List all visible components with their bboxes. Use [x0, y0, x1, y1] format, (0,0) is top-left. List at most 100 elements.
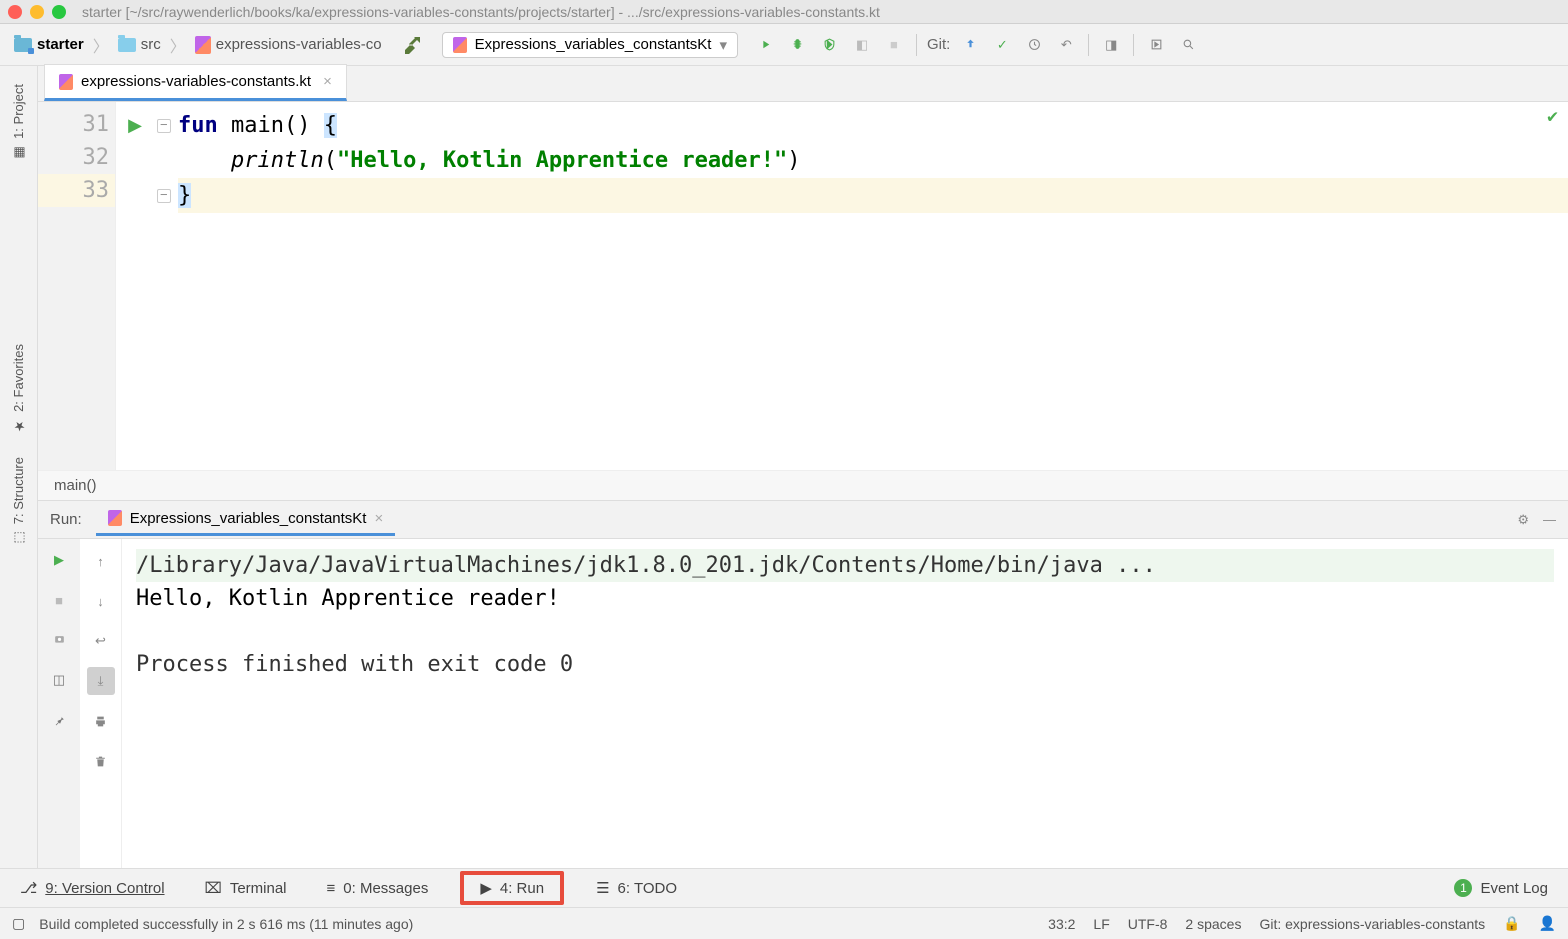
ide-settings-button[interactable]: ◨ [1098, 32, 1124, 58]
navigation-breadcrumb: starter 〉 src 〉 expressions-variables-co [10, 33, 386, 57]
file-encoding[interactable]: UTF-8 [1128, 916, 1168, 932]
bottom-tab-terminal[interactable]: ⌧ Terminal [197, 874, 295, 902]
editor-tab-label: expressions-variables-constants.kt [81, 73, 311, 90]
line-number: 33 [38, 174, 115, 207]
lock-icon[interactable]: 🔒 [1503, 915, 1520, 932]
bottom-tab-messages[interactable]: ≡ 0: Messages [319, 875, 437, 902]
main-toolbar: starter 〉 src 〉 expressions-variables-co… [0, 24, 1568, 66]
structure-breadcrumb[interactable]: main() [38, 470, 1568, 500]
breadcrumb-project-label: starter [37, 36, 84, 53]
inspector-icon[interactable]: 👤 [1539, 915, 1556, 932]
todo-icon: ☰ [596, 879, 609, 897]
clear-button[interactable] [87, 747, 115, 775]
editor-tabs: expressions-variables-constants.kt × [38, 66, 1568, 102]
git-update-button[interactable] [957, 32, 983, 58]
run-label: Run: [50, 511, 82, 528]
sidebar-tab-structure[interactable]: ⬚ 7: Structure [6, 445, 31, 557]
layout-button[interactable]: ◫ [46, 667, 72, 693]
minimize-run-icon[interactable]: — [1543, 512, 1556, 528]
sidebar-structure-label: 7: Structure [11, 457, 26, 524]
sidebar-favorites-label: 2: Favorites [11, 344, 26, 412]
run-button[interactable] [753, 32, 779, 58]
window-list-icon[interactable]: ▢ [12, 915, 25, 932]
bottom-tab-run[interactable]: ▶ 4: Run [460, 871, 564, 905]
window-minimize-button[interactable] [30, 5, 44, 19]
terminal-icon: ⌧ [205, 879, 222, 897]
run-settings-icon[interactable]: ⚙ [1517, 512, 1529, 528]
fold-end-icon[interactable] [157, 189, 171, 203]
build-button[interactable] [401, 32, 427, 58]
paren: ) [787, 148, 800, 173]
left-tool-stripe: ▦ 1: Project ★ 2: Favorites ⬚ 7: Structu… [0, 66, 38, 868]
kotlin-icon [453, 37, 467, 53]
indent [178, 148, 231, 173]
indent-settings[interactable]: 2 spaces [1185, 916, 1241, 932]
run-gutter-icon[interactable]: ▶ [128, 115, 142, 136]
fold-start-icon[interactable] [157, 119, 171, 133]
inspection-ok-icon: ✔ [1547, 106, 1558, 127]
console-output[interactable]: /Library/Java/JavaVirtualMachines/jdk1.8… [122, 539, 1568, 868]
pin-button[interactable] [46, 707, 72, 733]
scroll-to-end-button[interactable]: ⤓ [87, 667, 115, 695]
run-tab-active[interactable]: Expressions_variables_constantsKt × [96, 504, 396, 536]
sidebar-tab-project[interactable]: ▦ 1: Project [6, 72, 31, 172]
close-tab-icon[interactable]: × [323, 73, 332, 90]
editor-tab-active[interactable]: expressions-variables-constants.kt × [44, 64, 347, 101]
breadcrumb-file[interactable]: expressions-variables-co [191, 34, 386, 56]
bottom-tab-event-log[interactable]: 1 Event Log [1446, 874, 1556, 902]
debug-button[interactable] [785, 32, 811, 58]
titlebar: starter [~/src/raywenderlich/books/ka/ex… [0, 0, 1568, 24]
coverage-button[interactable] [817, 32, 843, 58]
status-bar: ▢ Build completed successfully in 2 s 61… [0, 907, 1568, 939]
git-commit-button[interactable]: ✓ [989, 32, 1015, 58]
print-button[interactable] [87, 707, 115, 735]
stop-process-button[interactable]: ■ [46, 587, 72, 613]
sidebar-project-label: 1: Project [11, 84, 26, 139]
window-close-button[interactable] [8, 5, 22, 19]
branch-icon: ⎇ [20, 879, 37, 897]
close-brace: } [178, 183, 191, 208]
project-icon: ▦ [11, 145, 26, 160]
dropdown-arrow-icon: ▾ [719, 36, 727, 54]
kotlin-file-icon [195, 36, 211, 54]
caret-position[interactable]: 33:2 [1048, 916, 1075, 932]
git-history-button[interactable] [1021, 32, 1047, 58]
dump-threads-button[interactable] [46, 627, 72, 653]
run-tab-label: Expressions_variables_constantsKt [130, 510, 367, 527]
close-run-tab-icon[interactable]: × [374, 510, 383, 527]
run-config-dropdown[interactable]: Expressions_variables_constantsKt ▾ [442, 32, 738, 58]
structure-icon: ⬚ [11, 530, 26, 545]
breadcrumb-project[interactable]: starter [10, 34, 88, 55]
keyword: fun [178, 113, 218, 138]
bottom-vcs-label: 9: Version Control [45, 880, 164, 897]
search-everywhere-button[interactable] [1175, 32, 1201, 58]
breadcrumb-folder[interactable]: src [114, 34, 165, 55]
run-left-toolbar: ▶ ■ ◫ [38, 539, 80, 868]
git-branch[interactable]: Git: expressions-variables-constants [1259, 916, 1485, 932]
git-revert-button[interactable]: ↶ [1053, 32, 1079, 58]
bottom-tab-todo[interactable]: ☰ 6: TODO [588, 874, 685, 902]
scroll-up-button[interactable]: ↑ [87, 547, 115, 575]
line-separator[interactable]: LF [1093, 916, 1109, 932]
scroll-down-button[interactable]: ↓ [87, 587, 115, 615]
bottom-tab-vcs[interactable]: ⎇ 9: Version Control [12, 874, 173, 902]
soft-wrap-button[interactable]: ↩ [87, 627, 115, 655]
string-literal: "Hello, Kotlin Apprentice reader!" [337, 148, 787, 173]
stop-button[interactable]: ■ [881, 32, 907, 58]
console-exit-line: Process finished with exit code 0 [136, 648, 1554, 681]
profile-button[interactable]: ◧ [849, 32, 875, 58]
code-editor[interactable]: 31 32 33 ▶ ✔ fun main() { println("Hello… [38, 102, 1568, 470]
code-content[interactable]: ✔ fun main() { println("Hello, Kotlin Ap… [174, 102, 1568, 470]
run-console-toolbar: ↑ ↓ ↩ ⤓ [80, 539, 122, 868]
deploy-button[interactable] [1143, 32, 1169, 58]
sidebar-tab-favorites[interactable]: ★ 2: Favorites [6, 332, 31, 445]
window-zoom-button[interactable] [52, 5, 66, 19]
line-number: 32 [38, 141, 115, 174]
kotlin-file-icon [59, 74, 73, 90]
run-body: ▶ ■ ◫ ↑ ↓ ↩ ⤓ /Library/Java/JavaVirtualM… [38, 538, 1568, 868]
run-header: Run: Expressions_variables_constantsKt ×… [38, 500, 1568, 538]
bottom-terminal-label: Terminal [230, 880, 287, 897]
status-message: Build completed successfully in 2 s 616 … [39, 916, 413, 932]
breadcrumb-separator: 〉 [93, 33, 109, 57]
rerun-button[interactable]: ▶ [46, 547, 72, 573]
